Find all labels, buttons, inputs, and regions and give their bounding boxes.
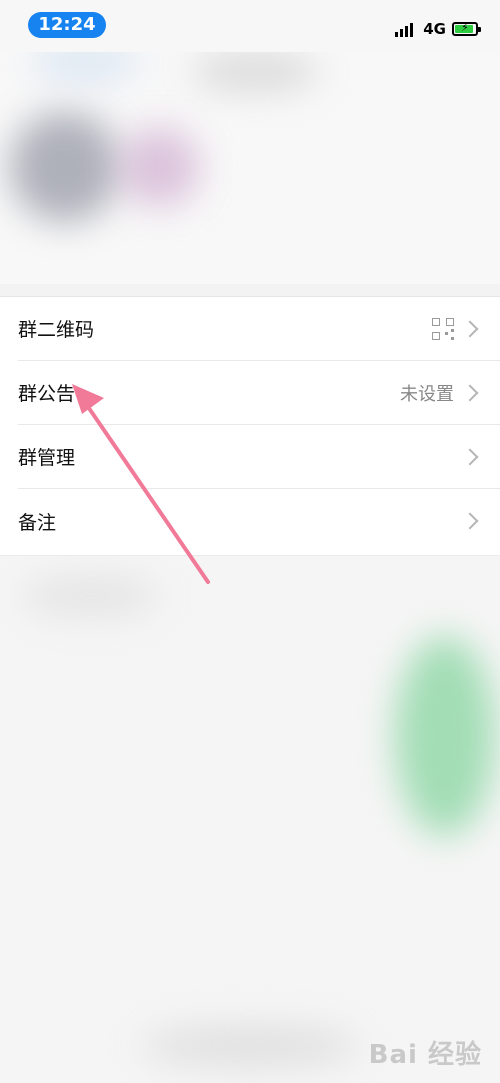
blurred-avatar: [120, 127, 200, 207]
blurred-bar: [140, 1026, 360, 1066]
menu-row-accessory: [432, 297, 480, 360]
blurred-group-header: [0, 52, 500, 284]
signal-bars-icon: [395, 21, 417, 37]
chevron-right-icon: [461, 448, 479, 465]
menu-label: 群二维码: [18, 319, 95, 341]
menu-label: 备注: [18, 511, 57, 534]
blurred-shape: [30, 52, 140, 82]
menu-label: 群管理: [18, 447, 76, 469]
menu-row-group-management[interactable]: 群管理: [18, 425, 500, 489]
menu-row-accessory: 未设置: [400, 361, 480, 424]
charging-bolt-icon: ⚡: [461, 21, 469, 34]
chevron-right-icon: [461, 320, 479, 337]
chevron-right-icon: [461, 384, 479, 401]
status-indicators: 4G ⚡: [395, 18, 481, 40]
menu-row-accessory: [461, 425, 480, 488]
blurred-title: [190, 52, 320, 92]
qr-code-icon: [432, 317, 454, 340]
menu-label: 群公告: [18, 383, 76, 405]
blurred-avatar: [10, 112, 120, 222]
baidu-watermark: Bai 经验: [368, 1040, 482, 1070]
status-bar: 12:24 4G ⚡: [0, 0, 500, 52]
menu-row-group-announcement[interactable]: 群公告 未设置: [18, 361, 500, 425]
group-settings-list: 群二维码 群公告 未设置 群管理 备注: [0, 296, 500, 555]
menu-value: 未设置: [400, 383, 454, 405]
blurred-lower-content: [0, 556, 500, 1083]
blurred-green-block: [395, 636, 495, 836]
network-label: 4G: [423, 20, 446, 38]
menu-row-accessory: [461, 489, 480, 553]
blurred-text: [20, 576, 160, 616]
menu-row-remark[interactable]: 备注: [18, 489, 500, 553]
menu-row-group-qrcode[interactable]: 群二维码: [18, 297, 500, 361]
chevron-right-icon: [461, 512, 479, 530]
status-time: 12:24: [28, 12, 106, 38]
battery-charging-icon: ⚡: [452, 21, 481, 36]
